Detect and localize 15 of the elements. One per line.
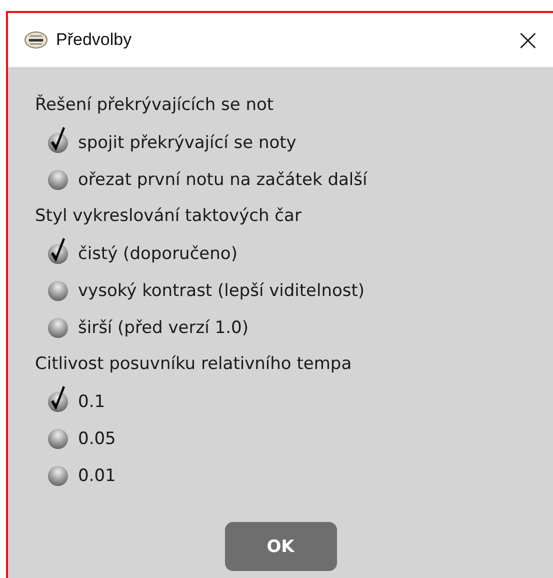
close-button[interactable]: × — [503, 15, 553, 65]
radio-option[interactable]: širší (před verzí 1.0) — [35, 309, 553, 346]
group-label: Citlivost posuvníku relativního tempa — [35, 353, 353, 376]
radio-option[interactable]: 0.01 — [35, 457, 553, 494]
radio-option[interactable]: 0.05 — [35, 420, 553, 457]
ok-button[interactable]: OK — [224, 522, 336, 571]
radio-option[interactable]: spojit překrývající se noty — [35, 124, 553, 161]
window-title: Předvolby — [56, 30, 133, 50]
radio-option[interactable]: 0.1 — [35, 383, 553, 420]
group-label: Styl vykreslování taktových čar — [35, 205, 302, 228]
radio-option[interactable]: ořezat první notu na začátek další — [35, 161, 553, 198]
radio-option[interactable]: vysoký kontrast (lepší viditelnost) — [35, 272, 553, 309]
radio-option[interactable]: čistý (doporučeno) — [35, 235, 553, 272]
app-icon — [24, 31, 48, 49]
group-label: Řešení překrývajících se not — [35, 93, 275, 117]
